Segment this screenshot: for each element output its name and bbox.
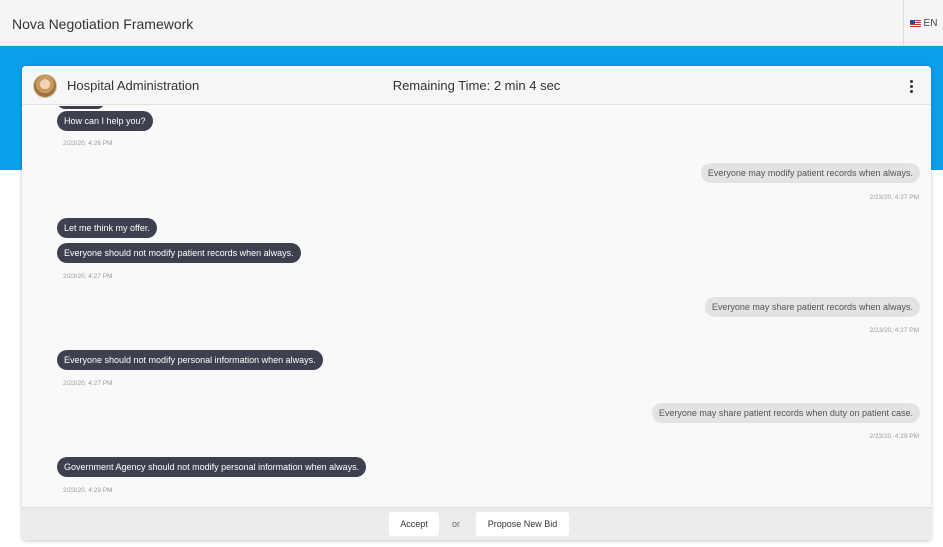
message-timestamp: 2/23/20, 4:27 PM: [63, 273, 113, 280]
message-timestamp: 2/23/20, 4:27 PM: [63, 380, 113, 387]
chat-header: Hospital Administration Remaining Time: …: [22, 66, 931, 105]
app-title: Nova Negotiation Framework: [12, 16, 194, 32]
message-bubble: Everyone may share patient records when …: [651, 403, 920, 423]
message-timestamp: 2/23/20, 4:29 PM: [63, 487, 113, 494]
message-bubble: Let me think my offer.: [57, 218, 157, 238]
chat-card: Hospital Administration Remaining Time: …: [22, 66, 931, 540]
action-bar: Accept or Propose New Bid: [22, 507, 931, 540]
propose-new-bid-button[interactable]: Propose New Bid: [476, 512, 569, 536]
us-flag-icon: [909, 19, 921, 27]
counterpart-avatar: [33, 74, 57, 98]
language-selector[interactable]: EN: [903, 0, 943, 46]
accept-button[interactable]: Accept: [389, 512, 439, 536]
message-bubble: Everyone should not modify personal info…: [57, 350, 323, 370]
language-label: EN: [923, 17, 938, 29]
message-bubble: Everyone may share patient records when …: [704, 297, 920, 317]
message-timestamp: 2/23/20, 4:29 PM: [869, 433, 919, 440]
app-bar: Nova Negotiation Framework EN: [0, 0, 943, 46]
previous-message-bubble: [57, 106, 105, 109]
remaining-time: Remaining Time: 2 min 4 sec: [392, 78, 561, 93]
message-timestamp: 2/23/20, 4:26 PM: [63, 140, 113, 147]
or-label: or: [452, 519, 461, 529]
more-vertical-icon[interactable]: [903, 76, 919, 96]
message-bubble: Everyone should not modify patient recor…: [57, 243, 301, 263]
message-list[interactable]: How can I help you? 2/23/20, 4:26 PM Eve…: [22, 106, 931, 507]
message-timestamp: 2/23/20, 4:27 PM: [869, 194, 919, 201]
message-bubble: Government Agency should not modify pers…: [57, 457, 367, 477]
counterpart-name: Hospital Administration: [67, 78, 200, 93]
message-timestamp: 2/23/20, 4:27 PM: [869, 327, 919, 334]
message-bubble: Everyone may modify patient records when…: [700, 163, 920, 183]
message-bubble: How can I help you?: [57, 111, 153, 131]
